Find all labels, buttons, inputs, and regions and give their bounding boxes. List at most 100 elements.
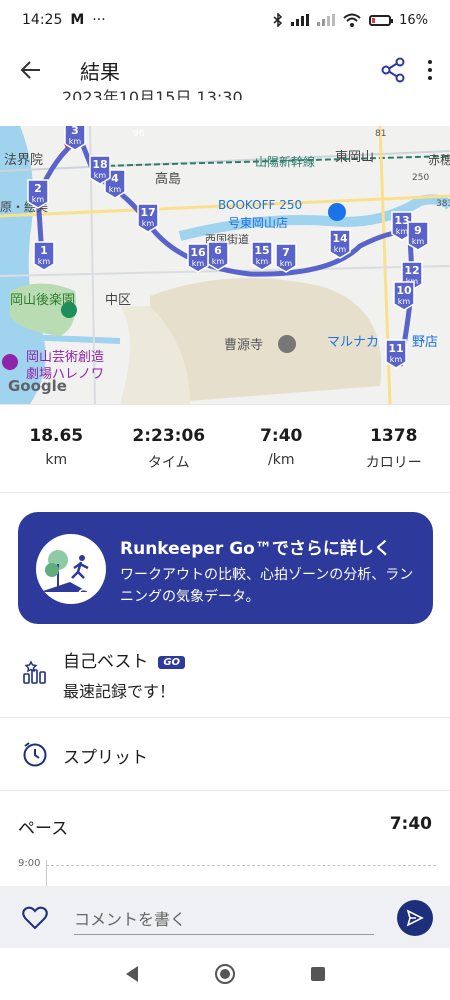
comment-bar: [0, 886, 450, 948]
svg-text:km: km: [280, 259, 293, 268]
km-marker-1: 1km: [33, 241, 55, 271]
map-label-akaiwa: 赤穂: [428, 153, 450, 167]
promo-title: Runkeeper Go™でさらに詳しく: [120, 539, 391, 559]
stat-value: 7:40: [260, 426, 303, 446]
map-label-higashiokayama: 東岡山: [335, 149, 374, 165]
svg-text:2: 2: [34, 182, 42, 195]
svg-text:17: 17: [140, 206, 155, 219]
svg-text:km: km: [109, 185, 122, 194]
battery-icon: [369, 14, 394, 26]
runkeeper-go-promo[interactable]: GO Runkeeper Go™でさらに詳しく ワークアウトの比較、心拍ゾーンの…: [18, 512, 433, 624]
divider: [0, 790, 450, 791]
splits-row[interactable]: スプリット: [63, 743, 148, 768]
map-label-bookoff-1: BOOKOFF 250: [218, 198, 302, 212]
svg-text:11: 11: [388, 342, 403, 355]
send-button[interactable]: [397, 900, 433, 936]
map-label-hoshoin: 法界院: [4, 153, 43, 168]
svg-text:10: 10: [396, 284, 412, 297]
map-label-marunaka-tail: 野店: [412, 335, 438, 350]
signal-weak-icon: [317, 14, 336, 26]
temple-icon: [278, 335, 296, 353]
personal-best-label: 自己ベスト: [63, 652, 149, 672]
km-marker-14: 14km: [329, 229, 351, 259]
activity-date: 2023年10月15日 13:30: [62, 88, 243, 100]
page-title: 結果: [80, 59, 120, 84]
stat-value: 2:23:06: [132, 426, 206, 446]
highway-shield-250: 250: [412, 173, 429, 183]
svg-text:km: km: [142, 219, 155, 228]
map-label-takashima: 高島: [155, 171, 181, 187]
svg-text:km: km: [192, 259, 205, 268]
more-notifications-icon: ···: [92, 12, 106, 28]
nav-recents-icon[interactable]: [310, 966, 326, 982]
send-icon: [406, 909, 424, 927]
status-right: 16%: [273, 13, 428, 28]
nav-back-icon[interactable]: [124, 965, 140, 983]
km-marker-7: 7km: [275, 243, 297, 273]
nav-home-icon[interactable]: [214, 963, 236, 985]
overflow-menu-icon[interactable]: [428, 60, 432, 80]
svg-text:12: 12: [404, 264, 419, 277]
stat-unit: km: [45, 452, 68, 468]
signal-icon: [291, 14, 310, 26]
svg-text:9: 9: [414, 224, 422, 237]
km-marker-2: 2km: [27, 179, 49, 209]
google-logo: Google: [8, 377, 67, 395]
divider: [0, 717, 450, 718]
battery-level: [372, 17, 376, 23]
svg-text:km: km: [334, 245, 347, 254]
km-marker-9: 9km: [407, 221, 429, 251]
map-label-sanyo: 山陽新幹線: [255, 154, 315, 169]
bluetooth-icon: [273, 13, 283, 27]
stat-unit: /km: [268, 452, 295, 468]
wifi-icon: [343, 13, 361, 27]
stats-row: 18.65 km 2:23:06 タイム 7:40 /km 1378 カロリー: [0, 426, 450, 476]
map-canvas: 法界院 原・絵美 高島 山陽新幹線 東岡山 BOOKOFF 250 号東岡山店 …: [0, 126, 450, 404]
svg-text:16: 16: [190, 246, 206, 259]
stopwatch-icon: [23, 742, 47, 767]
stat-time: 2:23:06 タイム: [113, 426, 226, 476]
svg-text:km: km: [32, 195, 45, 204]
svg-text:14: 14: [332, 232, 348, 245]
personal-best-title: 自己ベスト GO: [63, 647, 186, 672]
map-label-nakaku: 中区: [105, 293, 131, 308]
highway-shield-383: 383: [436, 199, 450, 209]
status-left: 14:25 M ···: [22, 12, 106, 28]
personal-best-subtitle: 最速記録です！: [63, 682, 176, 701]
highway-shield-81: 81: [375, 129, 386, 139]
go-badge-text: GO: [78, 588, 95, 599]
km-marker-10: 10km: [393, 281, 415, 311]
km-marker-11: 11km: [385, 339, 407, 369]
svg-text:km: km: [38, 257, 51, 266]
svg-text:1: 1: [40, 244, 48, 257]
svg-text:7: 7: [282, 246, 290, 259]
pace-value: 7:40: [389, 814, 432, 834]
map-label-geijutsu-1: 岡山芸術創造: [26, 349, 104, 365]
svg-text:km: km: [94, 171, 107, 180]
highway-shield-96: 96: [133, 129, 145, 139]
heart-icon[interactable]: [22, 906, 48, 930]
podium-star-icon: [23, 660, 46, 684]
stat-unit: カロリー: [365, 455, 422, 471]
pace-gridline: [46, 865, 436, 866]
park-pin-icon: [61, 302, 77, 318]
route-map[interactable]: 法界院 原・絵美 高島 山陽新幹線 東岡山 BOOKOFF 250 号東岡山店 …: [0, 126, 450, 404]
svg-text:km: km: [256, 257, 269, 266]
km-marker-3: 3km: [64, 126, 86, 151]
promo-body: ワークアウトの比較、心拍ゾーンの分析、ランニングの気象データ。: [120, 567, 414, 605]
km-marker-6: 6km: [207, 241, 229, 271]
stat-unit: タイム: [147, 455, 190, 471]
gmail-icon: M: [70, 12, 85, 28]
app-bar-actions: [380, 57, 432, 83]
svg-text:18: 18: [92, 158, 107, 171]
svg-text:4: 4: [111, 172, 119, 185]
svg-text:km: km: [212, 257, 225, 266]
system-nav-bar: [0, 948, 450, 1000]
runner-illustration-icon: GO: [36, 534, 106, 604]
svg-text:15: 15: [254, 244, 269, 257]
svg-text:6: 6: [214, 244, 222, 257]
back-arrow-icon[interactable]: [20, 59, 42, 81]
km-marker-15: 15km: [251, 241, 273, 271]
comment-input[interactable]: [74, 904, 374, 935]
share-icon[interactable]: [380, 57, 406, 83]
